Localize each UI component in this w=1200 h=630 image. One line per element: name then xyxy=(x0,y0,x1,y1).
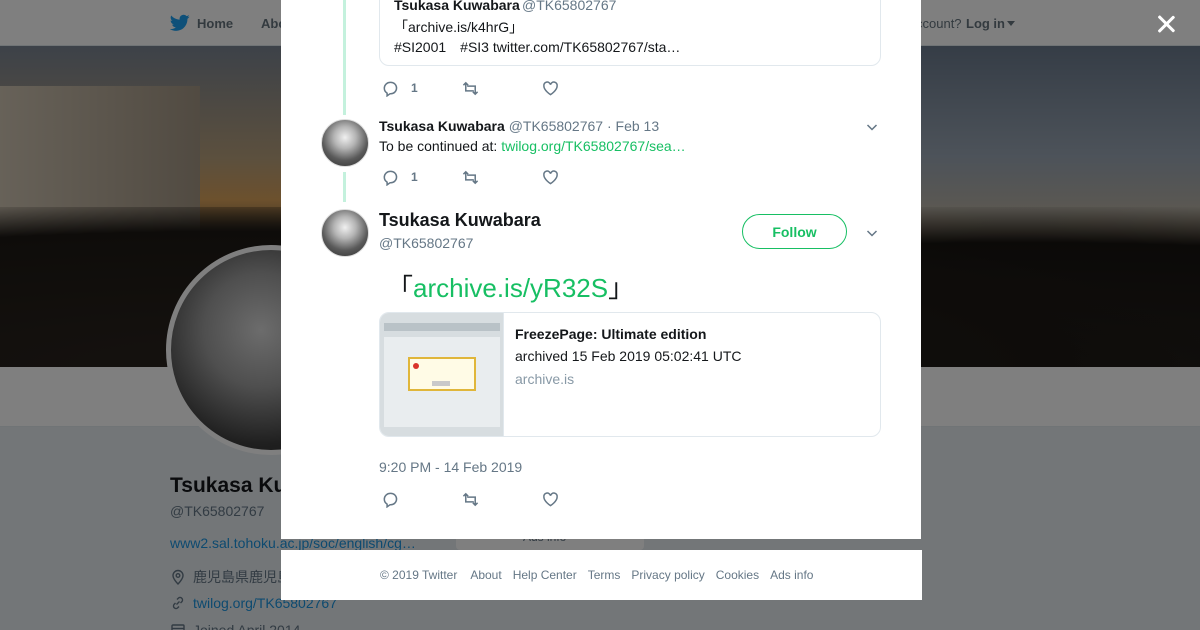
reply-icon xyxy=(383,492,398,508)
retweet-icon xyxy=(462,81,479,95)
reply-icon xyxy=(383,81,398,97)
follow-button[interactable]: Follow xyxy=(742,214,847,249)
quoted-text-line: 「archive.is/k4hrG」 xyxy=(394,19,524,35)
chevron-down-icon xyxy=(866,124,878,131)
quoted-author-handle: @TK65802767 xyxy=(522,0,617,13)
close-icon[interactable] xyxy=(1152,10,1180,38)
tweet-timestamp[interactable]: 9:20 PM - 14 Feb 2019 xyxy=(379,459,522,475)
reply-icon xyxy=(383,170,398,186)
author-handle[interactable]: @TK65802767 xyxy=(509,118,603,134)
bracket-open: 「 xyxy=(387,273,414,303)
tweet-text: 「archive.is/yR32S」 xyxy=(387,268,634,305)
tweet-link[interactable]: archive.is/yR32S xyxy=(413,273,608,303)
tweet-date[interactable]: · Feb 13 xyxy=(607,118,659,134)
thumb-dot xyxy=(413,363,419,369)
link-preview-title: FreezePage: Ultimate edition xyxy=(515,326,707,342)
tweet-menu-caret[interactable] xyxy=(866,120,878,132)
quoted-text-line: #SI2001 #SI3 twitter.com/TK65802767/sta… xyxy=(394,39,681,55)
like-icon xyxy=(543,80,558,96)
reply-button[interactable]: 1 xyxy=(382,78,462,98)
retweet-icon xyxy=(462,492,479,506)
tweet-text-prefix: To be continued at: xyxy=(379,138,502,154)
thumb-bar xyxy=(384,323,500,331)
author-avatar[interactable] xyxy=(321,209,369,257)
tweet-header: Tsukasa Kuwabara @TK65802767 · Feb 13 xyxy=(379,118,659,134)
thread-connector xyxy=(343,0,346,115)
chevron-down-icon xyxy=(866,230,878,237)
author-name[interactable]: Tsukasa Kuwabara xyxy=(379,210,541,231)
modal-footer: © 2019 Twitter About Help Center Terms P… xyxy=(281,550,922,600)
author-avatar[interactable] xyxy=(321,119,369,167)
reply-count: 1 xyxy=(411,81,418,95)
footer-link-terms[interactable]: Terms xyxy=(588,568,621,582)
reply-button[interactable]: 1 xyxy=(382,167,462,187)
footer-link-ads-info[interactable]: Ads info xyxy=(770,568,813,582)
footer-link-privacy[interactable]: Privacy policy xyxy=(631,568,704,582)
tweet-actions xyxy=(382,489,559,509)
author-name[interactable]: Tsukasa Kuwabara xyxy=(379,118,505,134)
link-preview-domain: archive.is xyxy=(515,371,575,387)
author-handle[interactable]: @TK65802767 xyxy=(379,235,473,251)
reply-count: 1 xyxy=(411,170,418,184)
tweet-modal: Tsukasa Kuwabara @TK65802767 「archive.is… xyxy=(281,0,921,539)
quoted-tweet-card[interactable]: Tsukasa Kuwabara @TK65802767 「archive.is… xyxy=(379,0,881,66)
reply-button[interactable] xyxy=(382,489,462,509)
link-preview-thumbnail xyxy=(380,313,504,436)
footer-link-about[interactable]: About xyxy=(470,568,501,582)
tweet-text: To be continued at: twilog.org/TK6580276… xyxy=(379,138,686,154)
like-icon xyxy=(543,169,558,185)
footer-link-cookies[interactable]: Cookies xyxy=(716,568,759,582)
bracket-close: 」 xyxy=(608,273,635,303)
footer-link-help-center[interactable]: Help Center xyxy=(513,568,577,582)
like-button[interactable] xyxy=(542,78,559,98)
link-preview-card[interactable]: FreezePage: Ultimate edition archived 15… xyxy=(379,312,881,437)
retweet-button[interactable] xyxy=(462,78,542,98)
footer-copyright: © 2019 Twitter xyxy=(380,568,458,582)
retweet-icon xyxy=(462,170,479,184)
like-icon xyxy=(543,491,558,507)
tweet-actions: 1 xyxy=(382,167,559,187)
thread-connector xyxy=(343,172,346,202)
thumb-button xyxy=(432,381,450,386)
like-button[interactable] xyxy=(542,167,559,187)
tweet-actions: 1 xyxy=(382,78,559,98)
retweet-button[interactable] xyxy=(462,167,542,187)
quoted-author-name: Tsukasa Kuwabara xyxy=(394,0,520,13)
retweet-button[interactable] xyxy=(462,489,542,509)
like-button[interactable] xyxy=(542,489,559,509)
link-preview-description: archived 15 Feb 2019 05:02:41 UTC xyxy=(515,348,742,364)
tweet-link[interactable]: twilog.org/TK65802767/sea… xyxy=(501,138,685,154)
tweet-menu-caret[interactable] xyxy=(866,226,878,238)
